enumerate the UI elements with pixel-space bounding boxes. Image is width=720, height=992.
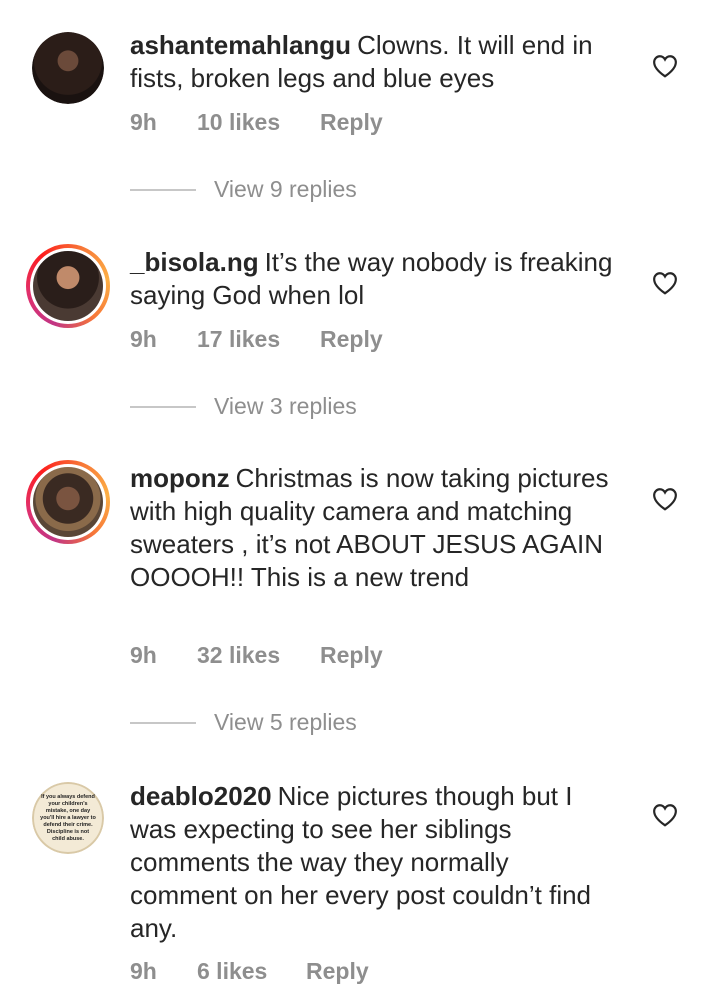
replies-divider: [130, 405, 196, 408]
replies-divider: [130, 721, 196, 724]
avatar-quote-image: If you always defend your children's mis…: [32, 782, 104, 854]
avatar-image: [32, 32, 104, 104]
comment-username[interactable]: _bisola.ng: [130, 247, 259, 277]
avatar[interactable]: [26, 460, 110, 544]
comment-meta: 9h 6 likes Reply: [130, 958, 369, 985]
comment-username[interactable]: deablo2020: [130, 781, 272, 811]
replies-divider: [130, 188, 196, 191]
comment-text: _bisola.ng It’s the way nobody is freakin…: [130, 246, 630, 312]
comment-meta: 9h 10 likes Reply: [130, 109, 383, 136]
avatar-image: [33, 251, 103, 321]
comment-meta: 9h 32 likes Reply: [130, 642, 383, 669]
reply-button[interactable]: Reply: [320, 109, 383, 136]
avatar[interactable]: If you always defend your children's mis…: [32, 782, 104, 854]
comment-text: ashantemahlangu Clowns. It will end in fi…: [130, 29, 630, 95]
comment-text: deablo2020 Nice pictures though but I was…: [130, 780, 610, 945]
comment-likes[interactable]: 6 likes: [197, 958, 306, 985]
comment-time: 9h: [130, 326, 157, 352]
avatar-ring-gap: [30, 464, 106, 540]
view-replies-label[interactable]: View 3 replies: [214, 393, 357, 420]
view-replies-button[interactable]: View 5 replies: [130, 709, 357, 736]
heart-icon[interactable]: [652, 803, 678, 827]
avatar[interactable]: [32, 32, 104, 104]
avatar-image: [33, 467, 103, 537]
comment-text: moponz Christmas is now taking pictures w…: [130, 462, 610, 594]
heart-icon[interactable]: [652, 54, 678, 78]
comment-likes[interactable]: 17 likes: [197, 326, 320, 353]
view-replies-button[interactable]: View 3 replies: [130, 393, 357, 420]
comment-time: 9h: [130, 109, 157, 135]
reply-button[interactable]: Reply: [320, 326, 383, 353]
view-replies-label[interactable]: View 9 replies: [214, 176, 357, 203]
avatar-ring-gap: [30, 248, 106, 324]
comment-likes[interactable]: 32 likes: [197, 642, 320, 669]
reply-button[interactable]: Reply: [306, 958, 369, 985]
comment-likes[interactable]: 10 likes: [197, 109, 320, 136]
comment-username[interactable]: ashantemahlangu: [130, 30, 351, 60]
reply-button[interactable]: Reply: [320, 642, 383, 669]
view-replies-button[interactable]: View 9 replies: [130, 176, 357, 203]
view-replies-label[interactable]: View 5 replies: [214, 709, 357, 736]
comment-time: 9h: [130, 642, 157, 668]
heart-icon[interactable]: [652, 487, 678, 511]
comment-meta: 9h 17 likes Reply: [130, 326, 383, 353]
heart-icon[interactable]: [652, 271, 678, 295]
avatar[interactable]: [26, 244, 110, 328]
comment-username[interactable]: moponz: [130, 463, 230, 493]
comment-time: 9h: [130, 958, 157, 984]
